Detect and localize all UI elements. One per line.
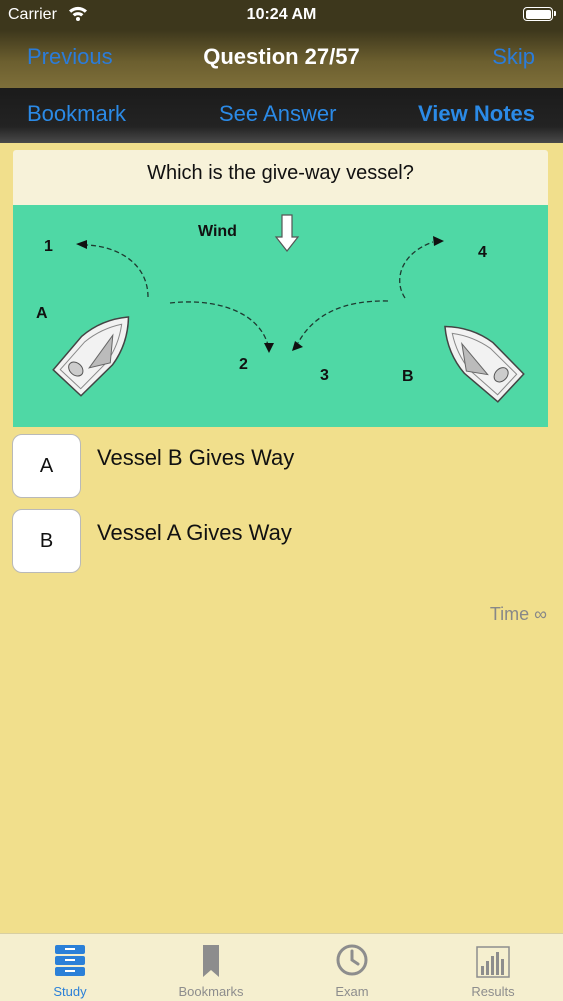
tab-bookmarks-label: Bookmarks bbox=[178, 984, 244, 999]
tab-bar: Study Bookmarks Exam Results bbox=[0, 933, 563, 1001]
clock-time: 10:24 AM bbox=[246, 6, 317, 23]
navigation-bar: Previous Question 27/57 Skip bbox=[0, 30, 563, 88]
answer-b-button[interactable]: B bbox=[12, 509, 81, 573]
tab-bookmarks[interactable]: Bookmarks bbox=[141, 934, 281, 1001]
tab-study[interactable]: Study bbox=[0, 934, 140, 1001]
question-counter-title: Question 27/57 bbox=[203, 44, 360, 69]
answer-b-text[interactable]: Vessel A Gives Way bbox=[97, 520, 292, 546]
view-notes-button[interactable]: View Notes bbox=[418, 101, 535, 127]
diagram-wind-label: Wind bbox=[198, 223, 237, 240]
bar-chart-icon bbox=[476, 946, 510, 978]
tab-results-label: Results bbox=[471, 984, 515, 999]
action-toolbar: Bookmark See Answer View Notes bbox=[0, 88, 563, 143]
diagram-position-2: 2 bbox=[239, 356, 248, 373]
tab-results[interactable]: Results bbox=[423, 934, 563, 1001]
diagram-boat-b-label: B bbox=[402, 368, 414, 385]
answer-option-a[interactable]: A Vessel B Gives Way bbox=[12, 434, 552, 502]
diagram-position-3: 3 bbox=[320, 367, 329, 384]
diagram-position-1: 1 bbox=[44, 238, 53, 255]
question-text: Which is the give-way vessel? bbox=[147, 162, 414, 184]
answer-a-text[interactable]: Vessel B Gives Way bbox=[97, 445, 294, 471]
study-stack-icon bbox=[55, 945, 85, 976]
question-diagram: Wind 1 2 3 4 A B bbox=[13, 205, 548, 427]
clock-icon bbox=[336, 944, 368, 976]
diagram-boat-a-label: A bbox=[36, 305, 48, 322]
tab-study-label: Study bbox=[53, 984, 87, 999]
bookmark-button[interactable]: Bookmark bbox=[27, 101, 126, 127]
answer-a-button[interactable]: A bbox=[12, 434, 81, 498]
see-answer-button[interactable]: See Answer bbox=[219, 101, 336, 127]
bookmark-icon bbox=[203, 945, 219, 977]
answer-option-b[interactable]: B Vessel A Gives Way bbox=[12, 509, 552, 577]
diagram-position-4: 4 bbox=[478, 244, 487, 261]
tab-exam[interactable]: Exam bbox=[282, 934, 422, 1001]
battery-icon bbox=[523, 7, 556, 21]
skip-button[interactable]: Skip bbox=[492, 44, 535, 70]
tab-exam-label: Exam bbox=[335, 984, 369, 999]
timer-label: Time ∞ bbox=[489, 604, 547, 624]
question-card: Which is the give-way vessel? bbox=[13, 150, 548, 205]
status-bar: Carrier 10:24 AM bbox=[0, 0, 563, 30]
